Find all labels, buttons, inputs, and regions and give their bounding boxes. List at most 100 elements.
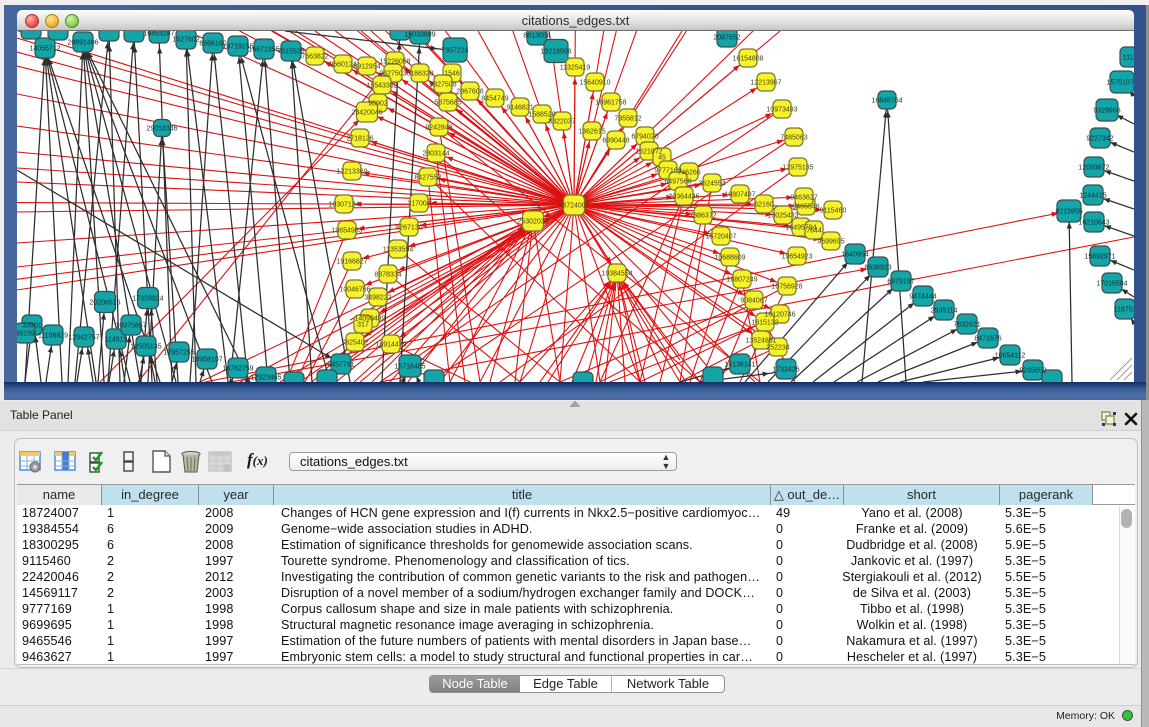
- svg-text:45: 45: [658, 155, 666, 162]
- svg-text:18724007: 18724007: [558, 203, 589, 210]
- svg-text:9463627: 9463627: [790, 195, 817, 202]
- svg-text:12942757: 12942757: [68, 335, 99, 342]
- svg-text:8267130: 8267130: [395, 225, 422, 232]
- svg-text:16543382: 16543382: [366, 83, 397, 90]
- svg-text:17957255: 17957255: [163, 350, 194, 357]
- svg-text:20691406: 20691406: [67, 40, 98, 47]
- svg-text:11325419: 11325419: [560, 65, 591, 72]
- svg-text:11353594: 11353594: [383, 247, 414, 254]
- svg-text:9457791: 9457791: [327, 362, 354, 369]
- svg-text:16033809: 16033809: [404, 32, 435, 39]
- svg-text:98902: 98902: [368, 101, 388, 108]
- svg-text:10654112: 10654112: [995, 353, 1026, 360]
- svg-text:17016504: 17016504: [1096, 281, 1127, 288]
- svg-text:9242848: 9242848: [425, 125, 452, 132]
- svg-text:16120746: 16120746: [764, 312, 795, 319]
- svg-text:7357224: 7357224: [441, 48, 468, 55]
- svg-text:10958107: 10958107: [191, 357, 222, 364]
- svg-text:2087652: 2087652: [713, 35, 740, 42]
- svg-text:252234: 252234: [766, 345, 789, 352]
- svg-text:7386372: 7386372: [689, 213, 716, 220]
- svg-text:16782759: 16782759: [222, 366, 253, 373]
- svg-text:9474444: 9474444: [909, 294, 936, 301]
- svg-text:8878334: 8878334: [374, 272, 401, 279]
- svg-text:13524851: 13524851: [745, 338, 776, 345]
- svg-text:10807487: 10807487: [724, 192, 755, 199]
- svg-text:12093872: 12093872: [1078, 165, 1109, 172]
- svg-text:8215955: 8215955: [1055, 209, 1082, 216]
- svg-text:10025433: 10025433: [767, 213, 798, 220]
- svg-text:18807249: 18807249: [726, 277, 757, 284]
- svg-text:1588520: 1588520: [528, 112, 555, 119]
- svg-text:33901: 33901: [22, 323, 42, 330]
- svg-text:746266: 746266: [677, 170, 700, 177]
- svg-text:12505135: 12505135: [130, 344, 161, 351]
- svg-text:3624554: 3624554: [698, 181, 725, 188]
- svg-text:1546: 1546: [444, 71, 460, 78]
- svg-text:8186328: 8186328: [406, 71, 433, 78]
- svg-text:1615132: 1615132: [751, 320, 778, 327]
- svg-text:19654923: 19654923: [781, 254, 812, 261]
- svg-text:19384554: 19384554: [601, 271, 632, 278]
- svg-text:23420046: 23420046: [351, 110, 382, 117]
- svg-text:10756928: 10756928: [771, 284, 802, 291]
- svg-text:25302035: 25302035: [517, 219, 548, 226]
- svg-text:7625402: 7625402: [341, 340, 368, 347]
- svg-text:19218506: 19218506: [540, 49, 571, 56]
- svg-text:16210643: 16210643: [1078, 220, 1109, 227]
- svg-text:1640954: 1640954: [841, 252, 868, 259]
- svg-text:20364436: 20364436: [668, 194, 699, 201]
- svg-text:11156829: 11156829: [38, 333, 68, 340]
- svg-text:8471676: 8471676: [974, 336, 1001, 343]
- svg-text:9327503: 9327503: [379, 71, 406, 78]
- svg-text:15751074: 15751074: [1106, 80, 1134, 87]
- svg-text:7955812: 7955812: [614, 116, 641, 123]
- svg-text:8938923: 8938923: [864, 265, 891, 272]
- svg-text:14136141: 14136141: [724, 362, 755, 369]
- svg-text:29053346: 29053346: [146, 126, 177, 133]
- svg-text:10688609: 10688609: [714, 255, 745, 262]
- svg-text:10975867: 10975867: [115, 323, 146, 330]
- svg-text:16961758: 16961758: [595, 100, 626, 107]
- svg-text:1112: 1112: [1123, 55, 1134, 62]
- svg-text:10046766: 10046766: [339, 287, 370, 294]
- svg-text:15226058: 15226058: [379, 59, 410, 66]
- svg-text:16648764: 16648764: [871, 98, 902, 105]
- svg-text:15692971: 15692971: [1084, 254, 1115, 261]
- svg-text:15640910: 15640910: [579, 80, 610, 87]
- svg-text:9245652: 9245652: [1019, 368, 1046, 375]
- svg-text:6879197: 6879197: [887, 279, 914, 286]
- svg-text:6794028: 6794028: [631, 134, 658, 141]
- svg-text:114519: 114519: [105, 337, 128, 344]
- svg-text:2718126: 2718126: [346, 136, 373, 143]
- svg-text:7663822: 7663822: [301, 54, 328, 61]
- svg-text:12975135: 12975135: [782, 165, 813, 172]
- svg-text:317004: 317004: [407, 201, 430, 208]
- svg-text:9465546: 9465546: [792, 204, 819, 211]
- svg-text:7485063: 7485063: [780, 135, 807, 142]
- svg-text:19166827: 19166827: [336, 259, 367, 266]
- svg-text:14055712: 14055712: [29, 46, 60, 53]
- svg-text:8322037: 8322037: [548, 119, 575, 126]
- svg-text:2803144: 2803144: [422, 151, 449, 158]
- svg-text:12923465: 12923465: [250, 375, 281, 382]
- svg-text:16914479: 16914479: [375, 342, 406, 349]
- svg-text:39159: 39159: [17, 331, 35, 338]
- svg-text:12213369: 12213369: [336, 169, 367, 176]
- svg-text:6990448: 6990448: [602, 138, 629, 145]
- svg-text:9227342: 9227342: [1086, 136, 1113, 143]
- svg-text:12213967: 12213967: [750, 80, 781, 87]
- svg-text:3498222: 3498222: [364, 295, 391, 302]
- svg-text:1527602: 1527602: [172, 37, 199, 44]
- svg-text:2867608: 2867608: [456, 89, 483, 96]
- svg-text:20206516: 20206516: [89, 300, 120, 307]
- svg-text:9699695: 9699695: [817, 239, 844, 246]
- svg-text:17359924: 17359924: [132, 296, 163, 303]
- svg-text:6497568: 6497568: [664, 179, 691, 186]
- svg-text:8454749: 8454749: [481, 96, 508, 103]
- svg-text:16853287: 16853287: [143, 31, 174, 38]
- svg-text:16154808: 16154808: [732, 56, 763, 63]
- svg-text:7632621: 7632621: [953, 322, 980, 329]
- svg-text:9146821: 9146821: [506, 105, 533, 112]
- svg-text:8427552: 8427552: [414, 175, 441, 182]
